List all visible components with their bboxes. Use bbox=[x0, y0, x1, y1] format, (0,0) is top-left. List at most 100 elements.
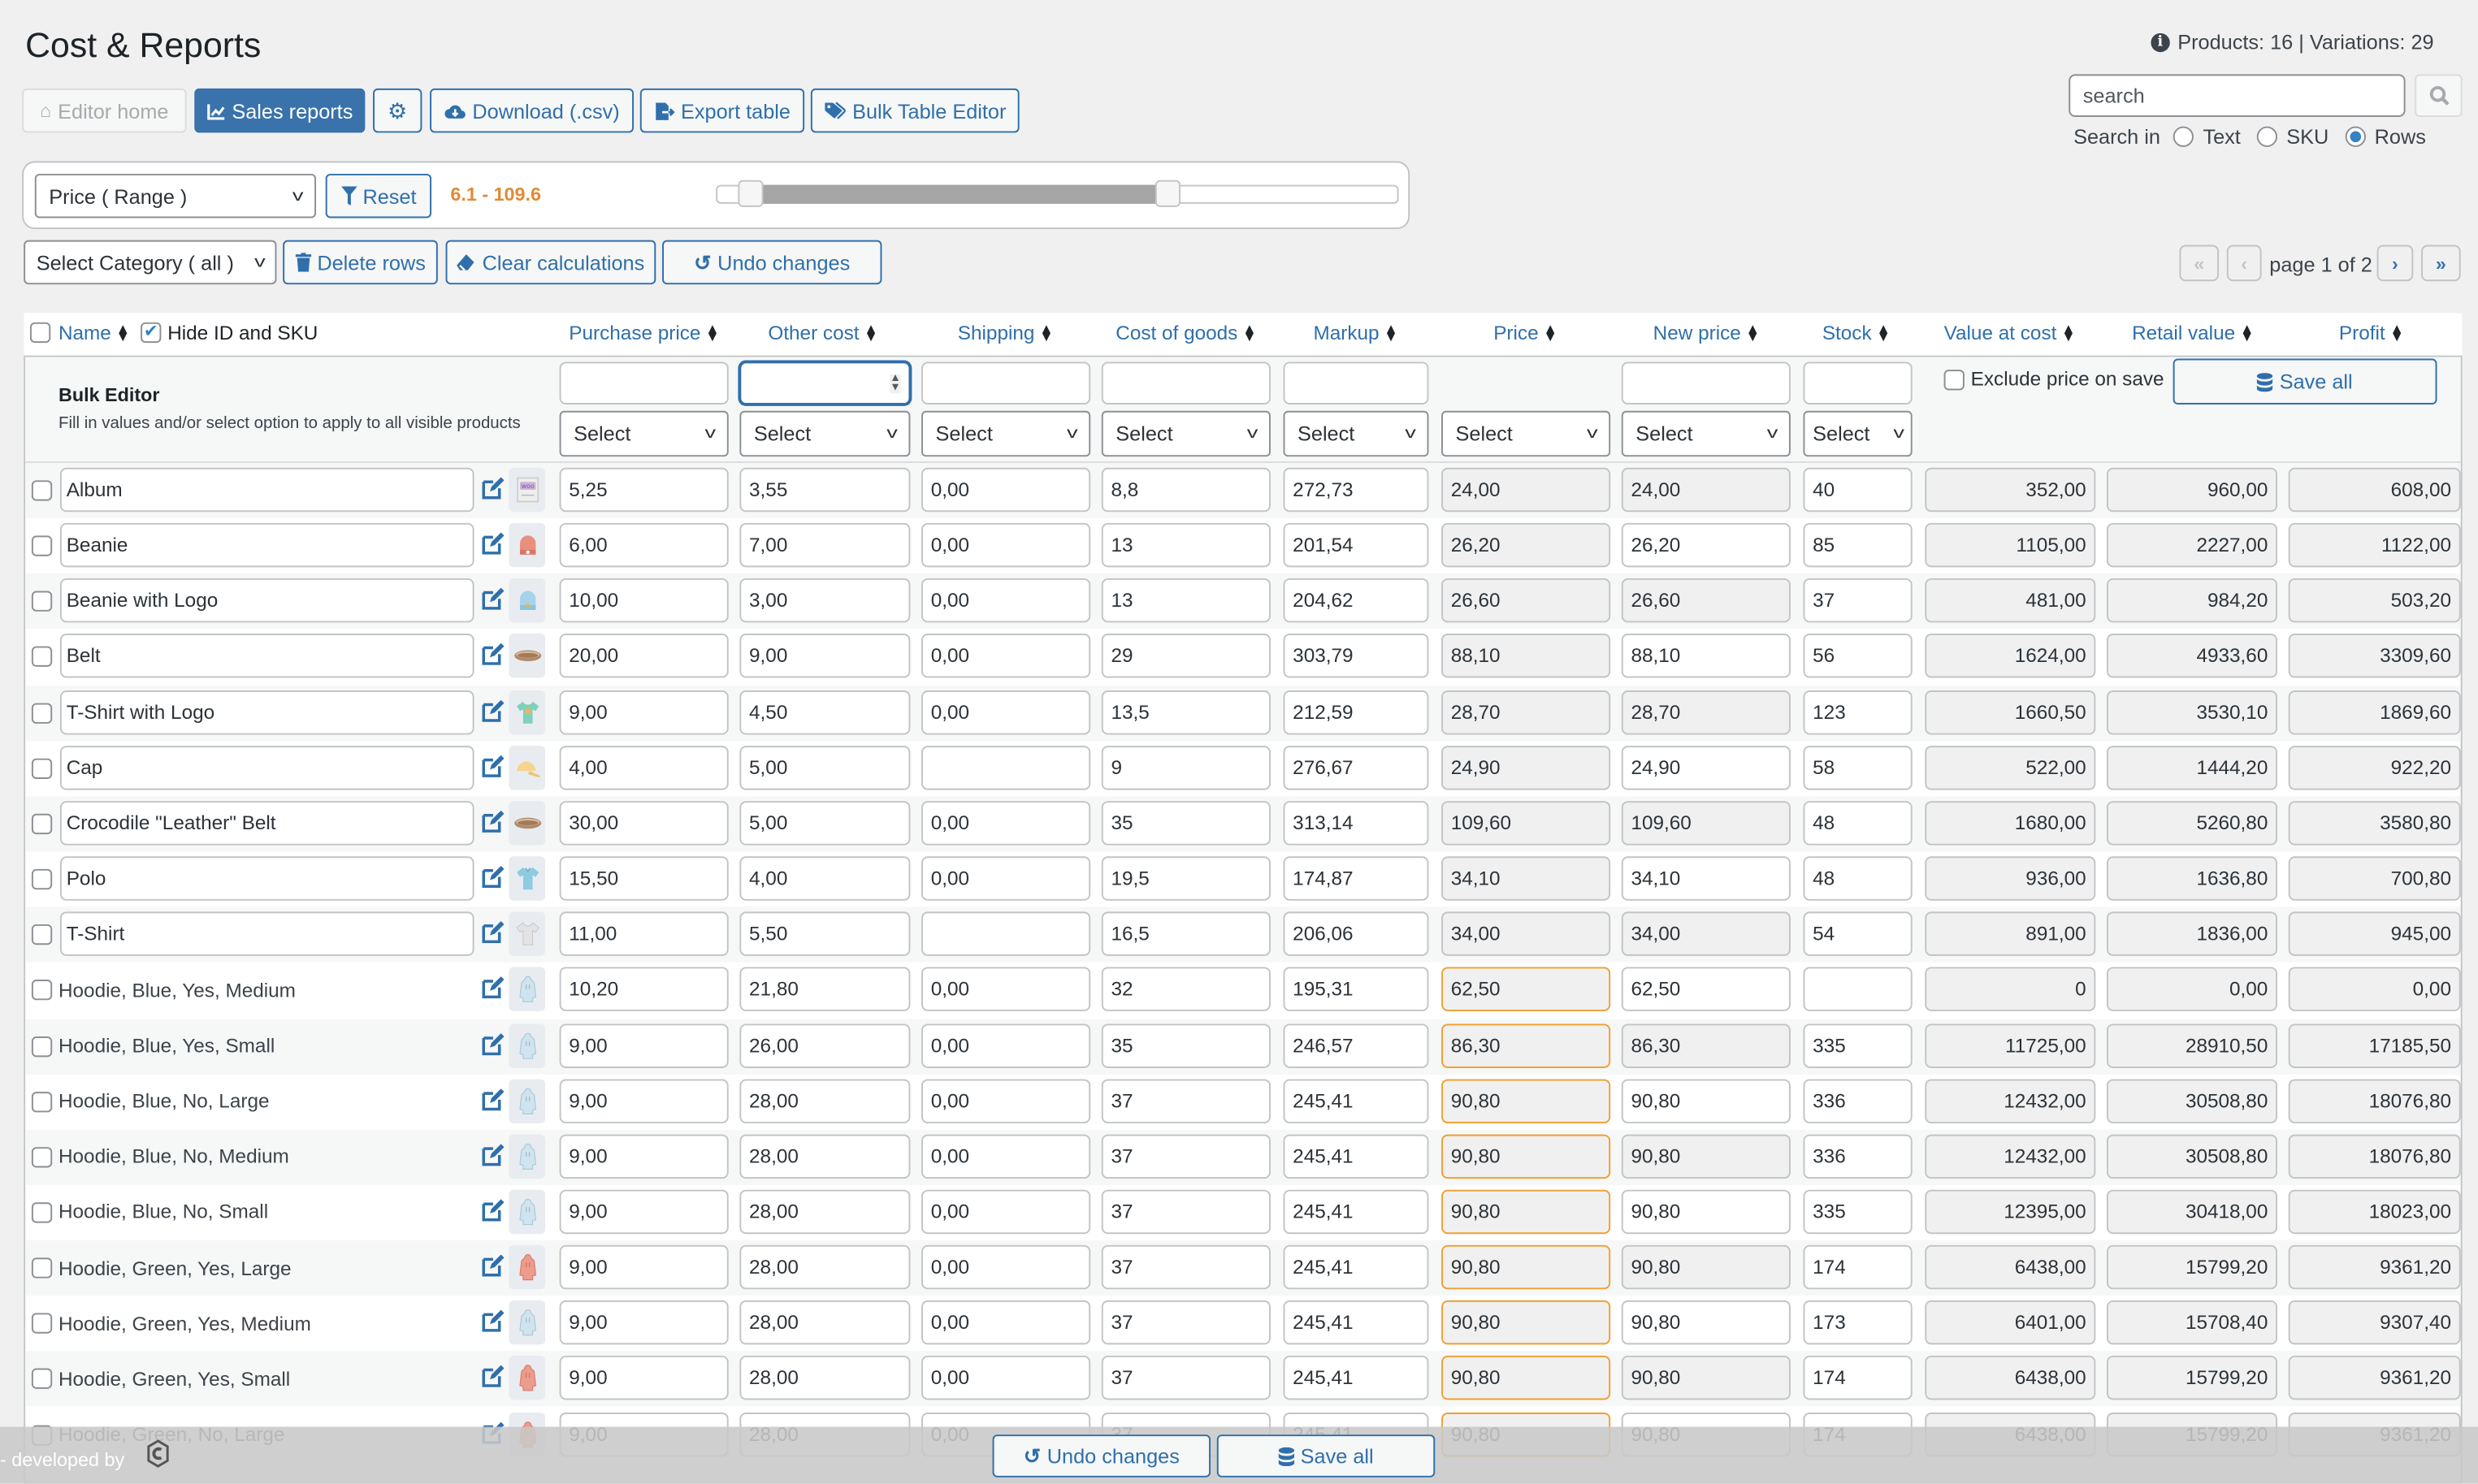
editor-home-button[interactable]: ⌂ Editor home bbox=[22, 88, 187, 133]
cell-new-price[interactable]: 90,80 bbox=[1621, 1356, 1791, 1401]
bulk-input-purchase[interactable] bbox=[559, 361, 729, 405]
cell-new-price[interactable]: 90,80 bbox=[1621, 1134, 1791, 1179]
cell-shipping[interactable]: 0,00 bbox=[921, 1300, 1091, 1345]
edit-icon[interactable] bbox=[482, 1032, 505, 1055]
edit-icon[interactable] bbox=[482, 921, 505, 944]
cell-purchase[interactable]: 6,00 bbox=[559, 523, 729, 568]
cell-stock[interactable]: 335 bbox=[1803, 1189, 1913, 1235]
cell-cog[interactable]: 13,5 bbox=[1101, 690, 1271, 734]
hide-id-sku-checkbox[interactable] bbox=[141, 322, 162, 344]
cell-shipping[interactable] bbox=[921, 911, 1091, 957]
cell-shipping[interactable]: 0,00 bbox=[921, 578, 1091, 623]
cell-other[interactable]: 28,00 bbox=[739, 1300, 911, 1345]
bulk-input-new-price[interactable] bbox=[1621, 361, 1791, 405]
bulk-input-markup[interactable] bbox=[1283, 361, 1429, 405]
column-header-retail-value[interactable]: Retail value ▲ ▼ bbox=[2132, 321, 2254, 344]
cell-purchase[interactable]: 9,00 bbox=[559, 1244, 729, 1290]
row-checkbox[interactable] bbox=[31, 1036, 53, 1057]
bulk-input-stock[interactable] bbox=[1803, 361, 1913, 405]
cell-cog[interactable]: 9 bbox=[1101, 745, 1271, 790]
cell-markup[interactable]: 313,14 bbox=[1283, 801, 1429, 846]
slider-handle-min[interactable] bbox=[739, 180, 765, 207]
cell-purchase[interactable]: 9,00 bbox=[559, 690, 729, 734]
filter-field-select[interactable]: Price ( Range ) v bbox=[34, 173, 317, 218]
cell-purchase[interactable]: 30,00 bbox=[559, 801, 729, 846]
cell-purchase[interactable]: 9,00 bbox=[559, 1300, 729, 1345]
cell-other[interactable]: 26,00 bbox=[739, 1023, 911, 1067]
cell-stock[interactable]: 336 bbox=[1803, 1078, 1913, 1123]
cell-cog[interactable]: 35 bbox=[1101, 801, 1271, 846]
cell-new-price[interactable]: 34,10 bbox=[1621, 856, 1791, 901]
product-name-input[interactable]: Crocodile "Leather" Belt bbox=[59, 801, 474, 846]
cell-new-price[interactable]: 90,80 bbox=[1621, 1300, 1791, 1345]
row-checkbox[interactable] bbox=[31, 813, 53, 834]
cell-other[interactable]: 28,00 bbox=[739, 1244, 911, 1290]
row-checkbox[interactable] bbox=[31, 1091, 53, 1112]
cell-other[interactable]: 28,00 bbox=[739, 1078, 911, 1123]
search-input[interactable]: search bbox=[2069, 74, 2406, 117]
cell-markup[interactable]: 245,41 bbox=[1283, 1134, 1429, 1179]
cell-new-price[interactable]: 62,50 bbox=[1621, 967, 1791, 1012]
edit-icon[interactable] bbox=[482, 699, 505, 721]
cell-other[interactable]: 28,00 bbox=[739, 1134, 911, 1179]
bulk-input-cog[interactable] bbox=[1101, 361, 1271, 405]
edit-icon[interactable] bbox=[482, 477, 505, 500]
product-name-input[interactable]: Album bbox=[59, 467, 474, 513]
cell-markup[interactable]: 245,41 bbox=[1283, 1078, 1429, 1123]
cell-markup[interactable]: 245,41 bbox=[1283, 1189, 1429, 1235]
column-header-shipping[interactable]: Shipping ▲ ▼ bbox=[958, 321, 1054, 344]
cell-purchase[interactable]: 9,00 bbox=[559, 1356, 729, 1401]
bulk-select-markup[interactable]: Select v bbox=[1283, 410, 1429, 457]
cell-shipping[interactable]: 0,00 bbox=[921, 467, 1091, 513]
cell-other[interactable]: 28,00 bbox=[739, 1189, 911, 1235]
cell-stock[interactable] bbox=[1803, 967, 1913, 1012]
cell-cog[interactable]: 37 bbox=[1101, 1078, 1271, 1123]
edit-icon[interactable] bbox=[482, 1365, 505, 1388]
cell-new-price[interactable]: 26,20 bbox=[1621, 523, 1791, 568]
cell-new-price[interactable]: 24,90 bbox=[1621, 745, 1791, 790]
column-header-price[interactable]: Price ▲ ▼ bbox=[1493, 321, 1557, 344]
edit-icon[interactable] bbox=[482, 755, 505, 777]
column-header-stock[interactable]: Stock ▲ ▼ bbox=[1822, 321, 1891, 344]
cell-markup[interactable]: 204,62 bbox=[1283, 578, 1429, 623]
cell-stock[interactable]: 173 bbox=[1803, 1300, 1913, 1345]
row-checkbox[interactable] bbox=[31, 535, 53, 556]
cell-new-price[interactable]: 28,70 bbox=[1621, 690, 1791, 734]
cell-markup[interactable]: 276,67 bbox=[1283, 745, 1429, 790]
cell-shipping[interactable]: 0,00 bbox=[921, 856, 1091, 901]
cell-cog[interactable]: 8,8 bbox=[1101, 467, 1271, 513]
edit-icon[interactable] bbox=[482, 1088, 505, 1110]
row-checkbox[interactable] bbox=[31, 924, 53, 945]
cell-new-price[interactable]: 34,00 bbox=[1621, 911, 1791, 957]
cell-markup[interactable]: 245,41 bbox=[1283, 1244, 1429, 1290]
footer-save-all-button[interactable]: Save all bbox=[1216, 1434, 1436, 1478]
first-page-button[interactable]: « bbox=[2179, 244, 2220, 282]
cell-other[interactable]: 4,00 bbox=[739, 856, 911, 901]
row-checkbox[interactable] bbox=[31, 591, 53, 612]
radio-text[interactable] bbox=[2173, 126, 2194, 147]
cell-shipping[interactable]: 0,00 bbox=[921, 634, 1091, 679]
cell-shipping[interactable]: 0,00 bbox=[921, 1356, 1091, 1401]
cell-new-price[interactable]: 88,10 bbox=[1621, 634, 1791, 679]
cell-stock[interactable]: 335 bbox=[1803, 1023, 1913, 1067]
cell-cog[interactable]: 37 bbox=[1101, 1356, 1271, 1401]
cell-shipping[interactable]: 0,00 bbox=[921, 801, 1091, 846]
column-header-profit[interactable]: Profit ▲ ▼ bbox=[2339, 321, 2404, 344]
cell-markup[interactable]: 246,57 bbox=[1283, 1023, 1429, 1067]
cell-other[interactable]: 5,00 bbox=[739, 801, 911, 846]
delete-rows-button[interactable]: Delete rows bbox=[283, 240, 438, 285]
edit-icon[interactable] bbox=[482, 1199, 505, 1222]
cell-other[interactable]: 3,55 bbox=[739, 467, 911, 513]
cell-other[interactable]: 5,00 bbox=[739, 745, 911, 790]
cell-new-price[interactable]: 26,60 bbox=[1621, 578, 1791, 623]
cell-shipping[interactable]: 0,00 bbox=[921, 1244, 1091, 1290]
product-name-input[interactable]: T-Shirt bbox=[59, 911, 474, 957]
bulk-select-cog[interactable]: Select v bbox=[1101, 410, 1271, 457]
cell-markup[interactable]: 245,41 bbox=[1283, 1356, 1429, 1401]
column-header-name[interactable]: Name ▲ ▼ bbox=[58, 321, 130, 344]
bulk-save-all-button[interactable]: Save all bbox=[2173, 358, 2437, 405]
cell-other[interactable]: 3,00 bbox=[739, 578, 911, 623]
next-page-button[interactable]: › bbox=[2376, 244, 2414, 282]
radio-rows[interactable] bbox=[2344, 126, 2365, 147]
select-all-checkbox[interactable] bbox=[29, 322, 51, 344]
